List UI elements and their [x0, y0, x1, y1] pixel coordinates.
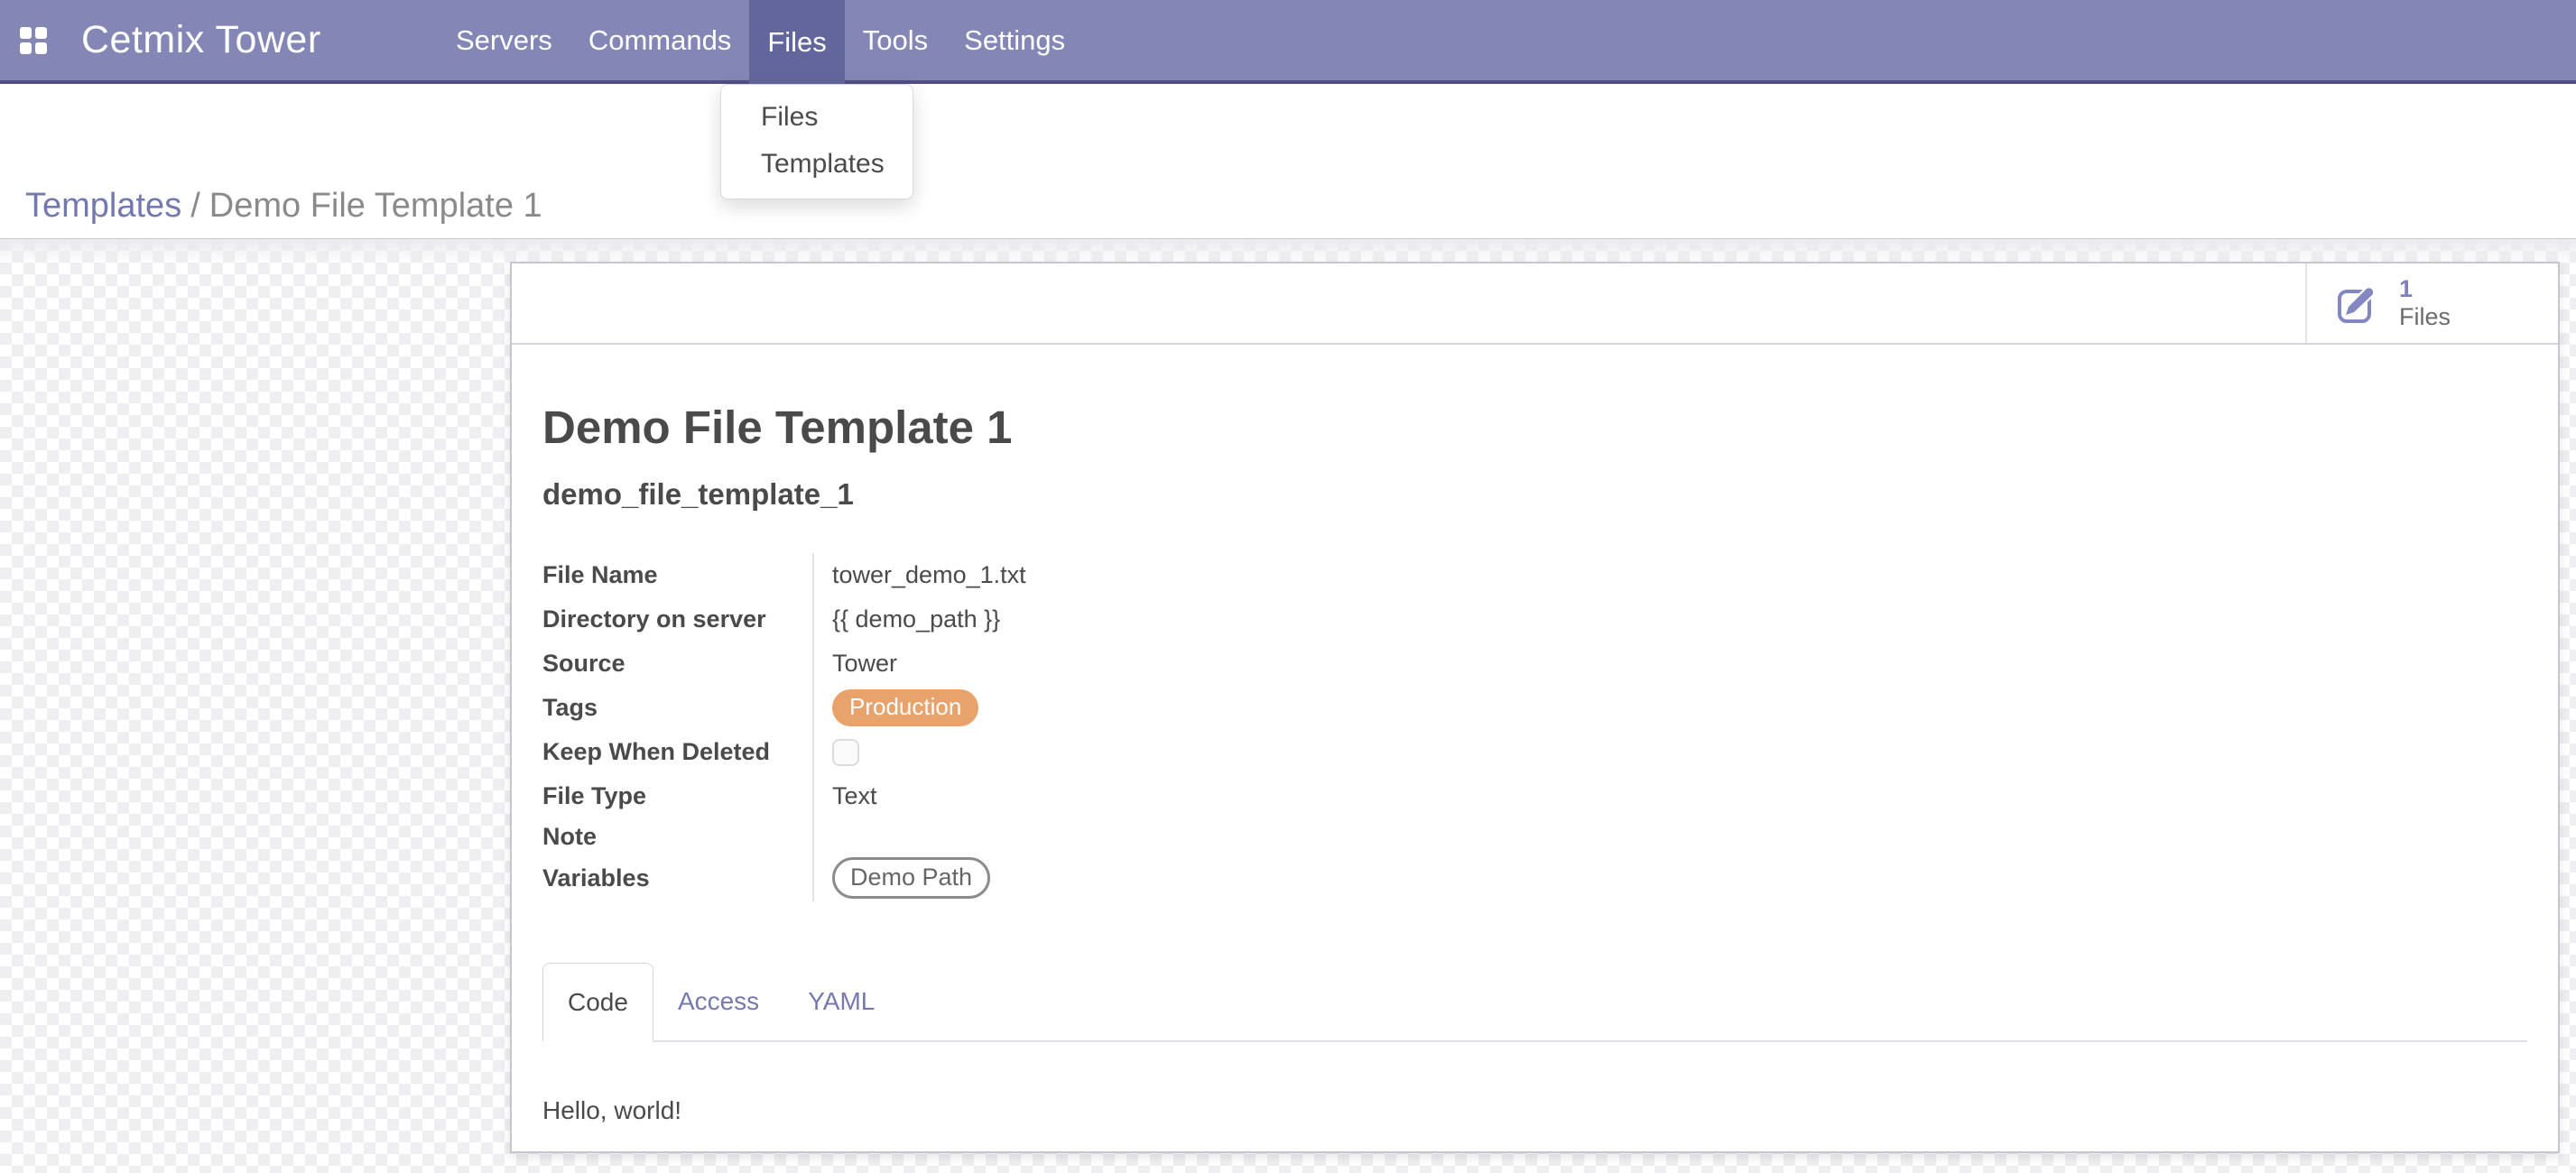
sheet-body: Demo File Template 1 demo_file_template_…	[512, 345, 2558, 1125]
files-stat-button[interactable]: 1 Files	[2305, 263, 2558, 343]
field-row-variables: Variables Demo Path	[542, 854, 1445, 901]
breadcrumb-current: Demo File Template 1	[209, 187, 542, 225]
tab-access[interactable]: Access	[653, 963, 783, 1040]
edit-note-icon	[2336, 282, 2379, 325]
app-brand[interactable]: Cetmix Tower	[81, 0, 321, 80]
tab-yaml[interactable]: YAML	[783, 963, 899, 1040]
field-label: Note	[542, 818, 813, 854]
tag-badge[interactable]: Production	[832, 689, 978, 726]
field-label: Source	[542, 642, 813, 686]
button-box: 1 Files	[512, 263, 2558, 345]
navbar-menu: Servers Commands Files Tools Settings	[438, 0, 1083, 80]
top-navbar: Cetmix Tower Servers Commands Files Tool…	[0, 0, 2576, 80]
files-dropdown-menu: Files Templates	[720, 84, 913, 199]
record-reference: demo_file_template_1	[542, 477, 2527, 512]
menu-item-settings[interactable]: Settings	[946, 0, 1083, 80]
breadcrumb-parent-link[interactable]: Templates	[25, 187, 181, 225]
field-value: Production	[813, 686, 1445, 730]
field-row-source: Source Tower	[542, 642, 1445, 686]
form-sheet: 1 Files Demo File Template 1 demo_file_t…	[510, 262, 2560, 1153]
field-value: {{ demo_path }}	[813, 597, 1445, 642]
menu-item-servers[interactable]: Servers	[438, 0, 570, 80]
tab-code[interactable]: Code	[542, 963, 653, 1042]
field-label: Keep When Deleted	[542, 730, 813, 774]
field-row-tags: Tags Production	[542, 686, 1445, 730]
record-title: Demo File Template 1	[542, 401, 2527, 454]
menu-item-commands[interactable]: Commands	[570, 0, 750, 80]
stat-text: 1 Files	[2399, 275, 2451, 331]
field-value: Demo Path	[813, 854, 1445, 901]
field-value: Text	[813, 774, 1445, 818]
dropdown-item-files[interactable]: Files	[721, 94, 913, 141]
field-value: Tower	[813, 642, 1445, 686]
field-row-note: Note	[542, 818, 1445, 854]
field-value	[813, 730, 1445, 774]
breadcrumb: Templates/Demo File Template 1	[25, 187, 542, 226]
field-value: tower_demo_1.txt	[813, 553, 1445, 597]
control-panel: Templates/Demo File Template 1 Edit Crea…	[0, 84, 2576, 238]
field-label: File Name	[542, 553, 813, 597]
navbar-underline	[0, 80, 2576, 84]
field-row-directory: Directory on server {{ demo_path }}	[542, 597, 1445, 642]
stat-label: Files	[2399, 303, 2451, 331]
content-top-shade	[0, 239, 2576, 264]
field-group: File Name tower_demo_1.txt Directory on …	[542, 553, 1445, 901]
apps-grid-icon[interactable]	[20, 27, 47, 54]
field-label: Variables	[542, 854, 813, 901]
field-row-keep-when-deleted: Keep When Deleted	[542, 730, 1445, 774]
field-row-file-type: File Type Text	[542, 774, 1445, 818]
content-area: 1 Files Demo File Template 1 demo_file_t…	[0, 238, 2576, 1173]
notebook-tabs: Code Access YAML	[542, 963, 2527, 1042]
field-label: Tags	[542, 686, 813, 730]
field-label: File Type	[542, 774, 813, 818]
field-row-file-name: File Name tower_demo_1.txt	[542, 553, 1445, 597]
menu-item-files[interactable]: Files	[749, 0, 844, 84]
code-tab-content: Hello, world!	[542, 1042, 2527, 1125]
dropdown-item-templates[interactable]: Templates	[721, 141, 913, 188]
stat-count: 1	[2399, 275, 2451, 303]
breadcrumb-separator: /	[181, 187, 209, 225]
menu-item-tools[interactable]: Tools	[845, 0, 946, 80]
field-label: Directory on server	[542, 597, 813, 642]
keep-when-deleted-checkbox[interactable]	[832, 739, 859, 766]
variable-pill[interactable]: Demo Path	[832, 857, 990, 899]
field-value	[813, 818, 1445, 854]
